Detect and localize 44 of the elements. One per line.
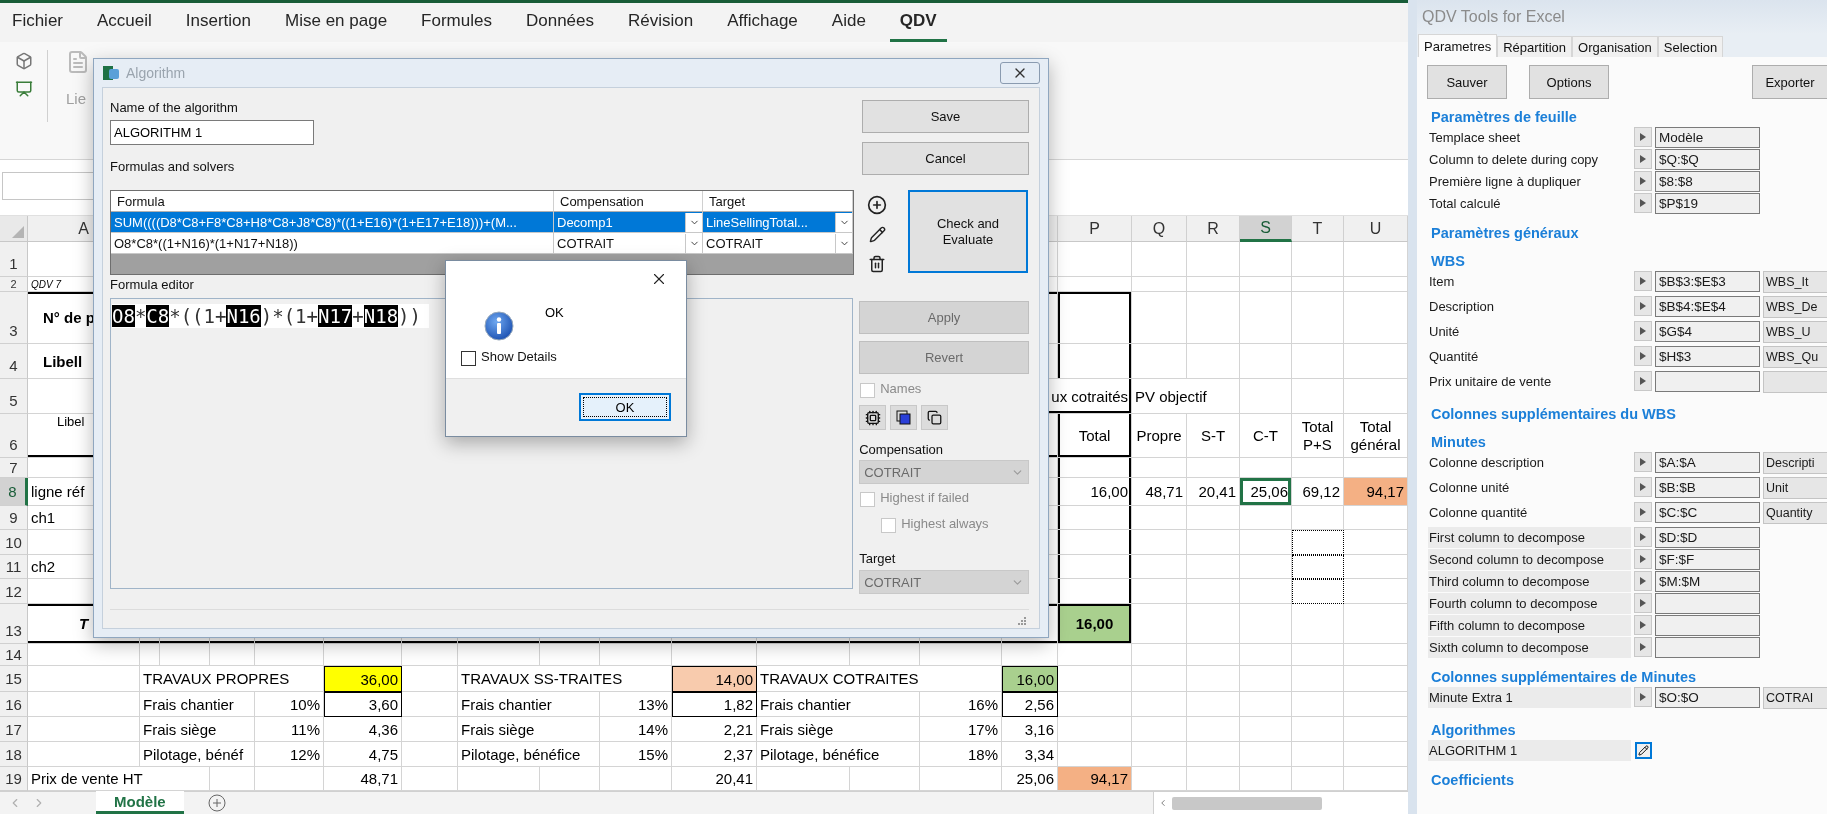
field-label: Colonne description (1428, 454, 1545, 472)
formula-text: O8*C8*((1+N16)*(1+N17+N18)) (112, 304, 429, 328)
field-label: Templace sheet (1428, 129, 1522, 147)
field-label: Formula editor (110, 277, 194, 293)
field-label: Colonne quantité (1428, 504, 1529, 522)
window-title: Algorithm (126, 65, 187, 81)
field-label: Fourth column to decompose (1428, 593, 1631, 614)
column-header: Formula (111, 191, 554, 212)
section-heading: Paramètres de feuille (1430, 109, 1578, 127)
section-heading: Minutes (1430, 434, 1487, 452)
checkbox-label: Highest always (901, 516, 989, 532)
section-heading: Coefficients (1430, 772, 1515, 790)
section-heading: Colonnes supplémentaires du WBS (1430, 406, 1677, 424)
section-label: Formulas and solvers (110, 159, 236, 175)
field-label: Column to delete during copy (1428, 151, 1600, 169)
checkbox-label: Highest if failed (880, 490, 970, 506)
field-label: Third column to decompose (1428, 571, 1631, 592)
field-label: Colonne unité (1428, 479, 1511, 497)
field-label: Target (859, 551, 896, 567)
field-label: Total calculé (1428, 195, 1502, 213)
field-label: Première ligne à dupliquer (1428, 173, 1582, 191)
field-label: Minute Extra 1 (1428, 687, 1631, 708)
section-heading: Paramètres généraux (1430, 225, 1580, 243)
field-label: Prix unitaire de vente (1428, 373, 1553, 391)
column-header: Target (703, 191, 853, 212)
pane-title: QDV Tools for Excel (1422, 8, 1565, 26)
field-label: Compensation (859, 442, 943, 458)
message-text: OK (545, 305, 564, 322)
checkbox-label: Names (880, 381, 922, 397)
field-label: Fifth column to decompose (1428, 615, 1631, 636)
field-label: Second column to decompose (1428, 549, 1631, 570)
field-label: Quantité (1428, 348, 1480, 366)
field-label: ALGORITHM 1 (1428, 740, 1631, 761)
field-label: Name of the algorithm (110, 100, 238, 116)
section-heading: Algorithmes (1430, 722, 1517, 740)
field-label: Sixth column to decompose (1428, 637, 1631, 658)
section-heading: Colonnes supplémentaires de Minutes (1430, 669, 1698, 687)
section-heading: WBS (1430, 253, 1466, 271)
field-label: Description (1428, 298, 1496, 316)
column-header: Compensation (554, 191, 703, 212)
field-label: Unité (1428, 323, 1461, 341)
field-label: Item (1428, 273, 1456, 291)
checkbox-label: Show Details (481, 349, 557, 365)
field-label: First column to decompose (1428, 527, 1631, 548)
